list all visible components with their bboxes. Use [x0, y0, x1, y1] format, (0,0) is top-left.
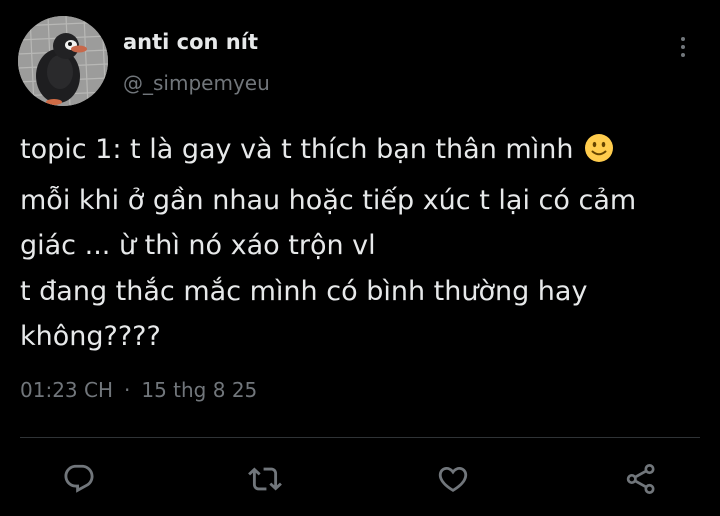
- more-options-button[interactable]: [671, 33, 695, 61]
- like-button[interactable]: [433, 459, 473, 499]
- penguin-avatar-image: [18, 16, 108, 106]
- retweet-icon: [248, 467, 282, 491]
- tweet-text: topic 1: t là gay và t thích bạn thân mì…: [20, 127, 710, 360]
- tweet-meta: 01:23 CH · 15 thg 8 25: [20, 378, 257, 402]
- user-handle[interactable]: @_simpemyeu: [123, 71, 270, 95]
- tweet-line: topic 1: t là gay và t thích bạn thân mì…: [20, 127, 710, 178]
- meta-separator: ·: [124, 378, 131, 402]
- tweet-line-text: topic 1: t là gay và t thích bạn thân mì…: [20, 134, 574, 165]
- tweet-line: không????: [20, 321, 161, 352]
- share-icon: [626, 464, 655, 494]
- share-button[interactable]: [621, 459, 661, 499]
- more-vertical-icon: [681, 37, 685, 41]
- tweet-time[interactable]: 01:23 CH: [20, 378, 113, 402]
- divider: [20, 437, 700, 438]
- heart-icon: [438, 466, 468, 492]
- tweet-date[interactable]: 15 thg 8 25: [141, 378, 257, 402]
- more-vertical-icon-dot: [681, 45, 685, 49]
- display-name[interactable]: anti con nít: [123, 30, 258, 54]
- reply-icon: [64, 464, 94, 493]
- retweet-button[interactable]: [245, 459, 285, 499]
- avatar[interactable]: [18, 16, 108, 106]
- tweet: anti con nít @_simpemyeu topic 1: t là g…: [0, 0, 720, 516]
- more-vertical-icon-dot: [681, 53, 685, 57]
- tweet-line: giác ... ừ thì nó xáo trộn vl: [20, 230, 376, 261]
- reply-button[interactable]: [59, 459, 99, 499]
- tweet-line: t đang thắc mắc mình có bình thường hay: [20, 275, 588, 307]
- slightly-smiling-face-icon: [584, 132, 614, 178]
- tweet-line: mỗi khi ở gần nhau hoặc tiếp xúc t lại c…: [20, 184, 637, 216]
